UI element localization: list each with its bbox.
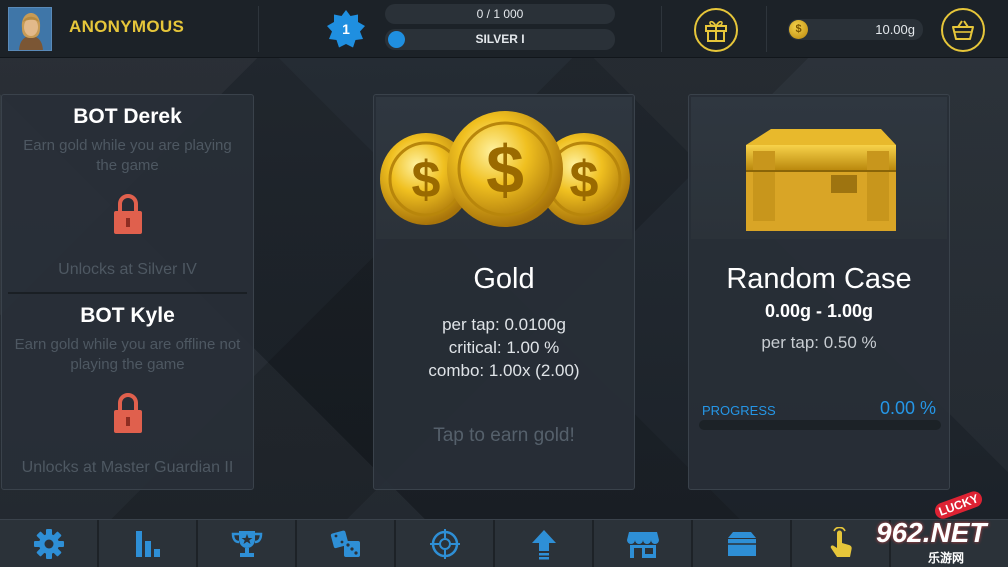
bot-name: BOT Kyle — [80, 304, 175, 327]
gold-title: Gold — [473, 263, 535, 295]
xp-bar: 0 / 1 000 — [385, 4, 615, 24]
bots-panel: BOT Derek Earn gold while you are playin… — [1, 94, 254, 490]
svg-text:$: $ — [486, 132, 524, 208]
watermark-brand-number: 962 — [876, 517, 923, 548]
gold-coins-icon: $ $ $ — [380, 111, 630, 227]
case-value-range: 0.00g - 1.00g — [764, 301, 874, 321]
bot-unlock-text: Unlocks at Silver IV — [58, 261, 197, 278]
watermark-brand-suffix: .NET — [922, 517, 987, 548]
progress-value: 0.00 % — [879, 398, 936, 418]
gold-balance: 10.00g — [875, 22, 915, 37]
lock-icon — [114, 393, 142, 433]
nav-missions[interactable] — [396, 520, 495, 567]
nav-upgrades[interactable] — [495, 520, 594, 567]
nav-settings[interactable] — [0, 520, 99, 567]
golden-case-icon — [746, 129, 896, 231]
critical-stat: critical: 1.00 % — [448, 338, 560, 357]
avatar[interactable] — [8, 7, 52, 51]
level-badge: 1 — [326, 9, 366, 49]
gift-icon — [705, 20, 727, 42]
gift-button[interactable] — [694, 8, 738, 52]
level-number: 1 — [342, 21, 350, 37]
top-bar: ANONYMOUS 1 0 / 1 000 SILVER I $ 10.00g — [0, 0, 1008, 58]
bot-description: Earn gold while you are offline not play… — [14, 336, 241, 373]
divider — [766, 6, 767, 52]
rank-bar: SILVER I — [385, 29, 615, 50]
gold-balance-bar: $ 10.00g — [788, 19, 923, 40]
divider — [661, 6, 662, 52]
svg-text:$: $ — [412, 151, 441, 209]
dice-icon — [330, 530, 360, 557]
watermark-site: 乐游网 — [928, 551, 965, 565]
nav-gamble[interactable] — [297, 520, 396, 567]
random-case-panel[interactable]: Random Case 0.00g - 1.00g per tap: 0.50 … — [688, 94, 950, 490]
case-image — [691, 97, 947, 239]
lock-icon — [114, 194, 142, 234]
gold-coin-icon: $ — [789, 20, 808, 39]
gold-coins-image: $ $ $ — [376, 97, 632, 239]
upgrade-arrow-icon — [531, 530, 556, 560]
bot-name: BOT Derek — [73, 105, 182, 128]
tap-hint: Tap to earn gold! — [433, 425, 575, 446]
stats-bars-icon — [135, 531, 160, 557]
gold-stats: per tap: 0.0100g critical: 1.00 % combo:… — [374, 313, 634, 382]
bot-unlock-text: Unlocks at Master Guardian II — [21, 459, 234, 476]
case-drop-chance: per tap: 0.50 % — [761, 333, 877, 352]
progress-bar — [699, 420, 941, 430]
trophy-icon — [231, 531, 262, 557]
rank-label: SILVER I — [475, 32, 525, 46]
bot-card-derek[interactable]: BOT Derek Earn gold while you are playin… — [2, 95, 253, 292]
watermark-logo: LUCKY 962.NET 乐游网 — [866, 489, 1006, 567]
case-title: Random Case — [726, 263, 912, 295]
case-box-icon — [727, 532, 756, 556]
tap-hand-icon — [830, 527, 852, 557]
bottom-nav — [0, 519, 1008, 567]
nav-achievements[interactable] — [198, 520, 297, 567]
bot-card-kyle[interactable]: BOT Kyle Earn gold while you are offline… — [2, 294, 253, 490]
basket-icon — [952, 20, 974, 40]
shop-icon — [626, 532, 659, 558]
per-tap-stat: per tap: 0.0100g — [442, 315, 566, 334]
rank-progress-dot — [388, 31, 405, 48]
watermark-brand: 962.NET — [876, 517, 987, 549]
shop-cart-button[interactable] — [941, 8, 985, 52]
progress-label: PROGRESS — [702, 403, 776, 418]
svg-text:$: $ — [570, 151, 599, 209]
gear-icon — [33, 529, 64, 559]
crosshair-icon — [429, 529, 460, 559]
bot-description: Earn gold while you are playing the game — [23, 137, 232, 174]
nav-inventory[interactable] — [693, 520, 792, 567]
username: ANONYMOUS — [69, 17, 185, 36]
gold-tap-panel[interactable]: $ $ $ Gold per tap: 0.0100g critical: 1.… — [373, 94, 635, 490]
nav-market[interactable] — [594, 520, 693, 567]
avatar-icon — [9, 8, 51, 50]
combo-stat: combo: 1.00x (2.00) — [428, 361, 580, 380]
nav-stats[interactable] — [99, 520, 198, 567]
divider — [258, 6, 259, 52]
